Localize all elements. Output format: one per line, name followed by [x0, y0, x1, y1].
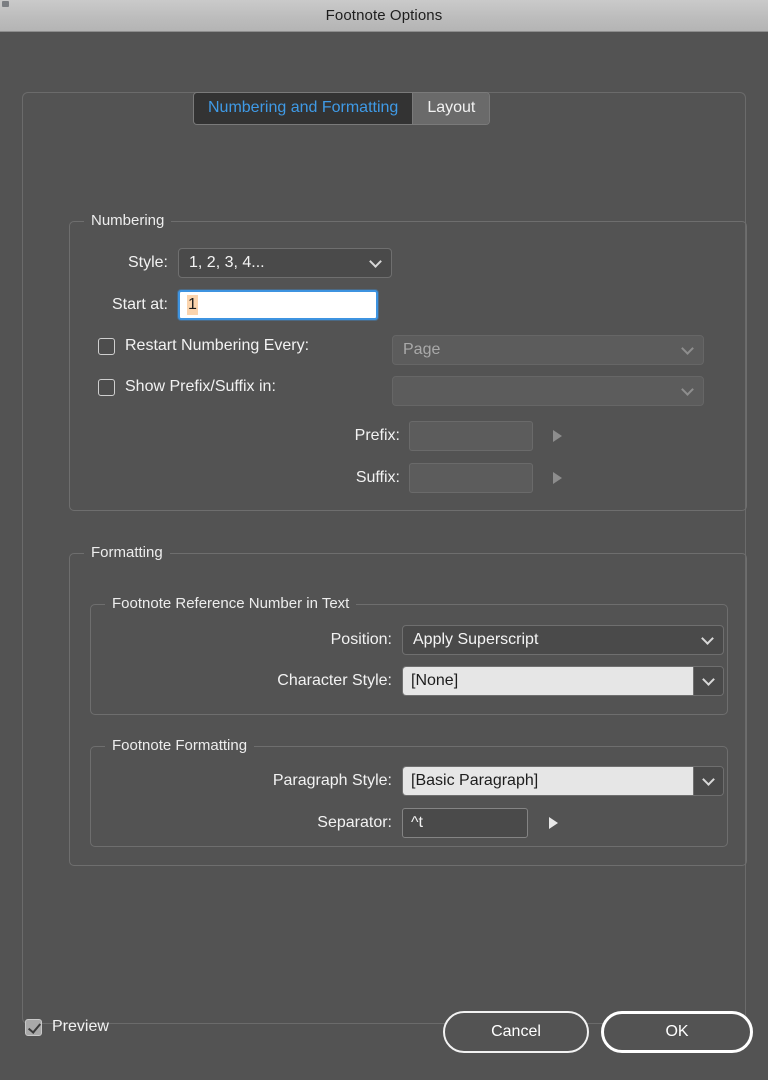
chevron-down-icon	[371, 257, 381, 267]
numbering-group-legend: Numbering	[84, 212, 172, 229]
paragraph-style-row: Paragraph Style: [Basic Paragraph]	[103, 766, 724, 796]
character-style-row: Character Style: [None]	[103, 666, 724, 696]
cancel-button[interactable]: Cancel	[443, 1011, 589, 1053]
restart-numbering-select[interactable]: Page	[392, 335, 704, 365]
window-titlebar: Footnote Options	[0, 0, 768, 32]
restart-numbering-checkbox-row[interactable]: Restart Numbering Every:	[98, 337, 309, 355]
show-prefix-suffix-checkbox-row[interactable]: Show Prefix/Suffix in:	[98, 378, 276, 396]
position-label: Position:	[330, 631, 392, 648]
restart-numbering-checkbox[interactable]	[98, 337, 115, 355]
paragraph-style-value: [Basic Paragraph]	[403, 767, 693, 795]
window-corner-artifact	[2, 1, 9, 7]
prefix-label: Prefix:	[354, 427, 400, 444]
prefix-row: Prefix:	[250, 421, 562, 451]
formatting-group: Formatting Footnote Reference Number in …	[69, 544, 747, 866]
prefix-input[interactable]	[409, 421, 533, 451]
preview-checkbox-row[interactable]: Preview	[25, 1018, 109, 1036]
tab-numbering-and-formatting[interactable]: Numbering and Formatting	[194, 93, 413, 124]
chevron-down-icon	[683, 344, 693, 354]
numbering-group: Numbering Style: 1, 2, 3, 4... Start at:…	[69, 212, 747, 511]
style-label: Style:	[127, 254, 168, 271]
chevron-down-icon[interactable]	[693, 667, 723, 695]
separator-label: Separator:	[317, 814, 392, 831]
start-at-label: Start at:	[111, 296, 168, 313]
style-select[interactable]: 1, 2, 3, 4...	[178, 248, 392, 278]
ok-button[interactable]: OK	[601, 1011, 753, 1053]
position-row: Position: Apply Superscript	[103, 625, 724, 655]
preview-label: Preview	[52, 1018, 109, 1035]
style-select-value: 1, 2, 3, 4...	[189, 254, 265, 271]
start-at-value: 1	[187, 295, 198, 315]
character-style-label: Character Style:	[277, 672, 392, 689]
separator-input[interactable]: ^t	[402, 808, 528, 838]
chevron-down-icon	[683, 385, 693, 395]
character-style-combo[interactable]: [None]	[402, 666, 724, 696]
tab-layout[interactable]: Layout	[412, 93, 490, 124]
position-select[interactable]: Apply Superscript	[402, 625, 724, 655]
paragraph-style-label: Paragraph Style:	[272, 772, 392, 789]
show-prefix-suffix-label: Show Prefix/Suffix in:	[125, 378, 276, 395]
window-title: Footnote Options	[325, 7, 443, 24]
suffix-input[interactable]	[409, 463, 533, 493]
show-prefix-suffix-checkbox[interactable]	[98, 378, 115, 396]
separator-row: Separator: ^t	[103, 808, 558, 838]
separator-value: ^t	[411, 814, 423, 831]
chevron-down-icon[interactable]	[693, 767, 723, 795]
restart-numbering-label: Restart Numbering Every:	[125, 337, 310, 354]
footnote-formatting-legend: Footnote Formatting	[105, 737, 255, 754]
footnote-reference-number-legend: Footnote Reference Number in Text	[105, 595, 357, 612]
suffix-label: Suffix:	[355, 469, 400, 486]
position-select-value: Apply Superscript	[413, 631, 539, 648]
show-prefix-suffix-select[interactable]	[392, 376, 704, 406]
chevron-down-icon	[703, 634, 713, 644]
footnote-reference-number-group: Footnote Reference Number in Text Positi…	[90, 595, 728, 715]
style-row: Style: 1, 2, 3, 4...	[80, 248, 410, 278]
prefix-expand-triangle-icon[interactable]	[553, 430, 562, 442]
dialog-footer: Preview Cancel OK	[0, 992, 768, 1080]
start-at-row: Start at: 1	[80, 290, 410, 320]
start-at-input[interactable]: 1	[178, 290, 378, 320]
restart-numbering-select-value: Page	[403, 341, 441, 358]
separator-expand-triangle-icon[interactable]	[549, 817, 558, 829]
paragraph-style-combo[interactable]: [Basic Paragraph]	[402, 766, 724, 796]
formatting-group-legend: Formatting	[84, 544, 170, 561]
dialog-content-panel: Numbering Style: 1, 2, 3, 4... Start at:…	[22, 92, 747, 1024]
footnote-options-dialog: Numbering Style: 1, 2, 3, 4... Start at:…	[0, 32, 768, 1080]
tab-bar: Numbering and Formatting Layout	[193, 92, 491, 125]
character-style-value: [None]	[403, 667, 693, 695]
preview-checkbox[interactable]	[25, 1018, 42, 1036]
footnote-formatting-group: Footnote Formatting Paragraph Style: [Ba…	[90, 737, 728, 847]
suffix-expand-triangle-icon[interactable]	[553, 472, 562, 484]
suffix-row: Suffix:	[250, 463, 562, 493]
